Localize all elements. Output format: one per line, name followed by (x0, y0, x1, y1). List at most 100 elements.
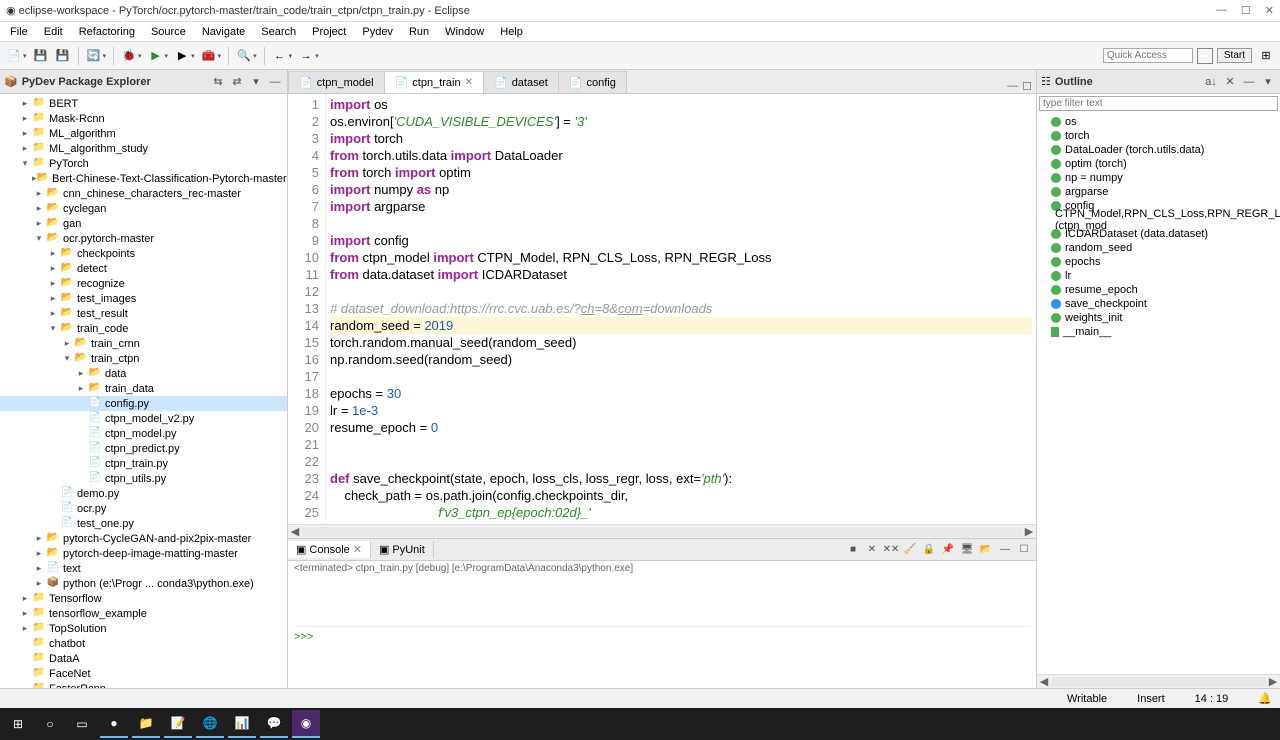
expander-icon[interactable]: ▸ (32, 578, 46, 589)
outline-item[interactable]: epochs (1037, 255, 1280, 269)
console-output[interactable]: <terminated> ctpn_train.py [debug] [e:\P… (288, 561, 1036, 688)
minimize-button[interactable]: — (1216, 4, 1227, 17)
tree-item[interactable]: ▸📁Mask-Rcnn (0, 111, 287, 126)
code-line[interactable]: from torch.utils.data import DataLoader (330, 147, 1032, 164)
code-line[interactable]: def save_checkpoint(state, epoch, loss_c… (330, 470, 1032, 487)
outline-filter-input[interactable] (1039, 96, 1278, 111)
menu-source[interactable]: Source (145, 24, 192, 40)
menu-edit[interactable]: Edit (38, 24, 69, 40)
code-line[interactable] (330, 283, 1032, 300)
close-button[interactable]: ✕ (1265, 4, 1274, 17)
expander-icon[interactable]: ▸ (32, 533, 46, 544)
taskbar-app-2[interactable]: 📁 (132, 710, 160, 738)
close-icon[interactable]: ✕ (353, 543, 362, 556)
outline-item[interactable]: os (1037, 115, 1280, 129)
code-line[interactable]: resume_epoch = 0 (330, 419, 1032, 436)
menu-project[interactable]: Project (306, 24, 352, 40)
tree-item[interactable]: ▸📁tensorflow_example (0, 606, 287, 621)
expander-icon[interactable]: ▸ (60, 338, 74, 349)
code-line[interactable]: import os (330, 96, 1032, 113)
code-line[interactable]: np.random.seed(random_seed) (330, 351, 1032, 368)
tree-item[interactable]: ▸📁ML_algorithm (0, 126, 287, 141)
outline-item[interactable]: argparse (1037, 185, 1280, 199)
tree-item[interactable]: 📄ctpn_model_v2.py (0, 411, 287, 426)
search-button[interactable]: 🔍 (234, 46, 254, 66)
tree-item[interactable]: ▸📂train_data (0, 381, 287, 396)
run-button[interactable]: ▶ (146, 46, 166, 66)
outline-item[interactable]: save_checkpoint (1037, 297, 1280, 311)
menu-search[interactable]: Search (255, 24, 302, 40)
run-last-button[interactable]: ▶ (172, 46, 192, 66)
tree-item[interactable]: ▸📂recognize (0, 276, 287, 291)
expander-icon[interactable]: ▸ (18, 143, 32, 154)
expander-icon[interactable]: ▸ (18, 623, 32, 634)
outline-item[interactable]: weights_init (1037, 311, 1280, 325)
outline-item[interactable]: np = numpy (1037, 171, 1280, 185)
outline-item[interactable]: random_seed (1037, 241, 1280, 255)
minimize-view-button[interactable]: — (267, 74, 283, 90)
tree-item[interactable]: 📄config.py (0, 396, 287, 411)
menu-refactoring[interactable]: Refactoring (73, 24, 141, 40)
tree-item[interactable]: ▾📂train_ctpn (0, 351, 287, 366)
tree-item[interactable]: 📄ocr.py (0, 501, 287, 516)
expander-icon[interactable]: ▸ (32, 203, 46, 214)
console-terminate-button[interactable]: ■ (845, 542, 861, 558)
expander-icon[interactable]: ▸ (46, 278, 60, 289)
tree-item[interactable]: ▸📂gan (0, 216, 287, 231)
editor-hscrollbar[interactable]: ◀ ▶ (288, 524, 1036, 538)
menu-pydev[interactable]: Pydev (356, 24, 399, 40)
code-line[interactable]: torch.random.manual_seed(random_seed) (330, 334, 1032, 351)
expander-icon[interactable]: ▸ (46, 263, 60, 274)
expander-icon[interactable]: ▸ (18, 98, 32, 109)
expander-icon[interactable]: ▸ (74, 383, 88, 394)
code-area[interactable]: import osos.environ['CUDA_VISIBLE_DEVICE… (326, 94, 1036, 524)
code-line[interactable]: random_seed = 2019 (330, 317, 1032, 334)
view-menu-button[interactable]: ▾ (248, 74, 264, 90)
taskbar-app-3[interactable]: 📝 (164, 710, 192, 738)
tree-item[interactable]: ▸📁TopSolution (0, 621, 287, 636)
save-all-button[interactable]: 💾 (53, 46, 73, 66)
tree-item[interactable]: 📁DataA (0, 651, 287, 666)
code-line[interactable] (330, 215, 1032, 232)
tree-item[interactable]: ▸📂pytorch-CycleGAN-and-pix2pix-master (0, 531, 287, 546)
tree-item[interactable]: ▸📂cyclegan (0, 201, 287, 216)
debug-button[interactable]: 🐞 (119, 46, 139, 66)
code-line[interactable]: import config (330, 232, 1032, 249)
outline-menu-button[interactable]: ▾ (1260, 74, 1276, 90)
outline-hide-button[interactable]: ✕ (1222, 74, 1238, 90)
outline-collapse-button[interactable]: — (1241, 74, 1257, 90)
code-line[interactable]: check_path = os.path.join(config.checkpo… (330, 487, 1032, 504)
menu-run[interactable]: Run (403, 24, 435, 40)
editor-tab-dataset[interactable]: 📄dataset (483, 71, 559, 93)
task-view-button[interactable]: ▭ (68, 710, 96, 738)
expander-icon[interactable]: ▾ (18, 158, 32, 169)
quick-access-input[interactable] (1103, 48, 1193, 63)
code-line[interactable]: epochs = 30 (330, 385, 1032, 402)
code-line[interactable]: import argparse (330, 198, 1032, 215)
editor-max-button[interactable]: ☐ (1022, 80, 1032, 93)
tree-item[interactable]: ▸📁ML_algorithm_study (0, 141, 287, 156)
tree-item[interactable]: ▸📂test_images (0, 291, 287, 306)
expander-icon[interactable]: ▸ (18, 608, 32, 619)
cortana-button[interactable]: ○ (36, 710, 64, 738)
cycle-button[interactable]: 🔄 (84, 46, 104, 66)
expander-icon[interactable]: ▸ (32, 548, 46, 559)
tree-item[interactable]: ▸📁Tensorflow (0, 591, 287, 606)
console-remove-all-button[interactable]: ✕✕ (883, 542, 899, 558)
code-line[interactable]: import torch (330, 130, 1032, 147)
tree-item[interactable]: ▾📂train_code (0, 321, 287, 336)
code-line[interactable]: from torch import optim (330, 164, 1032, 181)
expander-icon[interactable]: ▾ (46, 323, 60, 334)
tree-item[interactable]: ▸📁BERT (0, 96, 287, 111)
start-button[interactable]: Start (1217, 48, 1252, 63)
expander-icon[interactable]: ▸ (32, 563, 46, 574)
outline-item[interactable]: torch (1037, 129, 1280, 143)
tree-item[interactable]: ▸📂data (0, 366, 287, 381)
perspective-button[interactable]: ⊞ (1256, 46, 1276, 66)
expander-icon[interactable]: ▾ (60, 353, 74, 364)
tree-item[interactable]: 📄demo.py (0, 486, 287, 501)
expander-icon[interactable]: ▸ (46, 308, 60, 319)
code-line[interactable]: os.environ['CUDA_VISIBLE_DEVICES'] = '3' (330, 113, 1032, 130)
menu-navigate[interactable]: Navigate (196, 24, 251, 40)
taskbar-app-eclipse[interactable]: ◉ (292, 710, 320, 738)
